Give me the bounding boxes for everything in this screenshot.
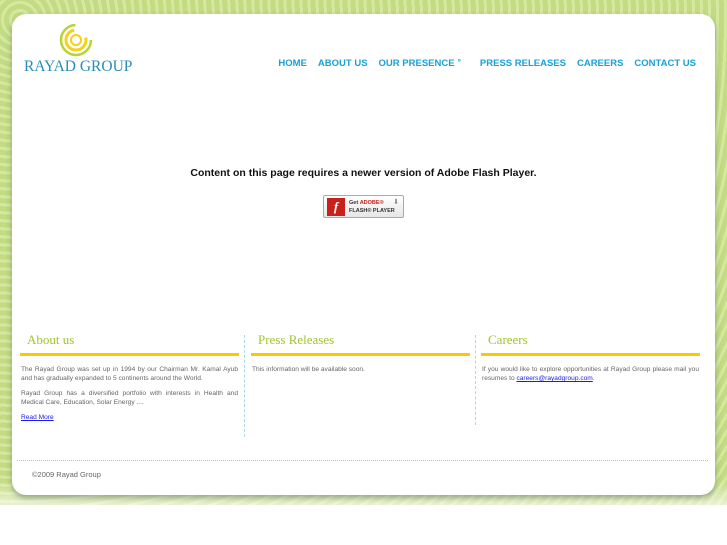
main-nav: HOME ABOUT US OUR PRESENCE» PRESS RELEAS…	[278, 58, 696, 69]
flash-required-message: Content on this page requires a newer ve…	[190, 167, 537, 179]
about-heading: About us	[27, 332, 75, 347]
logo-text: RAYAD GROUP	[24, 58, 133, 75]
nav-press-releases[interactable]: PRESS RELEASES	[480, 58, 566, 69]
about-section: About us The Rayad Group was set up in 1…	[20, 332, 239, 422]
read-more-link[interactable]: Read More	[21, 414, 54, 421]
flash-adobe: ADOBE®	[359, 200, 384, 206]
press-section: Press Releases This information will be …	[251, 332, 470, 374]
flash-logo-icon: f	[327, 198, 345, 216]
about-divider	[20, 353, 239, 356]
careers-section: Careers If you would like to explore opp…	[481, 332, 700, 383]
nav-careers[interactable]: CAREERS	[577, 58, 623, 69]
press-divider	[251, 353, 470, 356]
nav-our-presence[interactable]: OUR PRESENCE»	[379, 58, 469, 69]
flash-get: Get	[349, 200, 359, 206]
logo-swirl-icon	[59, 23, 93, 57]
flash-product: FLASH® PLAYER	[349, 208, 395, 214]
submenu-arrow-icon: »	[457, 58, 461, 64]
nav-our-presence-label: OUR PRESENCE	[378, 58, 455, 70]
download-icon: ⬇	[393, 199, 399, 206]
nav-home[interactable]: HOME	[278, 58, 307, 69]
careers-text: If you would like to explore opportuniti…	[481, 365, 700, 383]
column-divider	[244, 335, 245, 437]
nav-contact-us[interactable]: CONTACT US	[634, 58, 696, 69]
nav-about-us[interactable]: ABOUT US	[318, 58, 368, 69]
press-text: This information will be available soon.	[252, 366, 365, 373]
page-card	[12, 14, 715, 495]
get-flash-player-button[interactable]: f Get ADOBE® FLASH® PLAYER ⬇	[323, 195, 404, 218]
careers-heading: Careers	[488, 332, 528, 347]
about-text-1: The Rayad Group was set up in 1994 by ou…	[21, 366, 238, 382]
about-text-2: Rayad Group has a diversified portfolio …	[21, 390, 238, 406]
column-divider	[475, 335, 476, 425]
copyright: ©2009 Rayad Group	[32, 470, 101, 479]
careers-email-link[interactable]: careers@rayadgroup.com	[516, 375, 592, 382]
careers-divider	[481, 353, 700, 356]
press-heading: Press Releases	[258, 332, 335, 347]
flash-button-text: Get ADOBE® FLASH® PLAYER	[349, 199, 395, 215]
footer-divider	[17, 460, 708, 461]
careers-text-end: .	[592, 375, 595, 382]
